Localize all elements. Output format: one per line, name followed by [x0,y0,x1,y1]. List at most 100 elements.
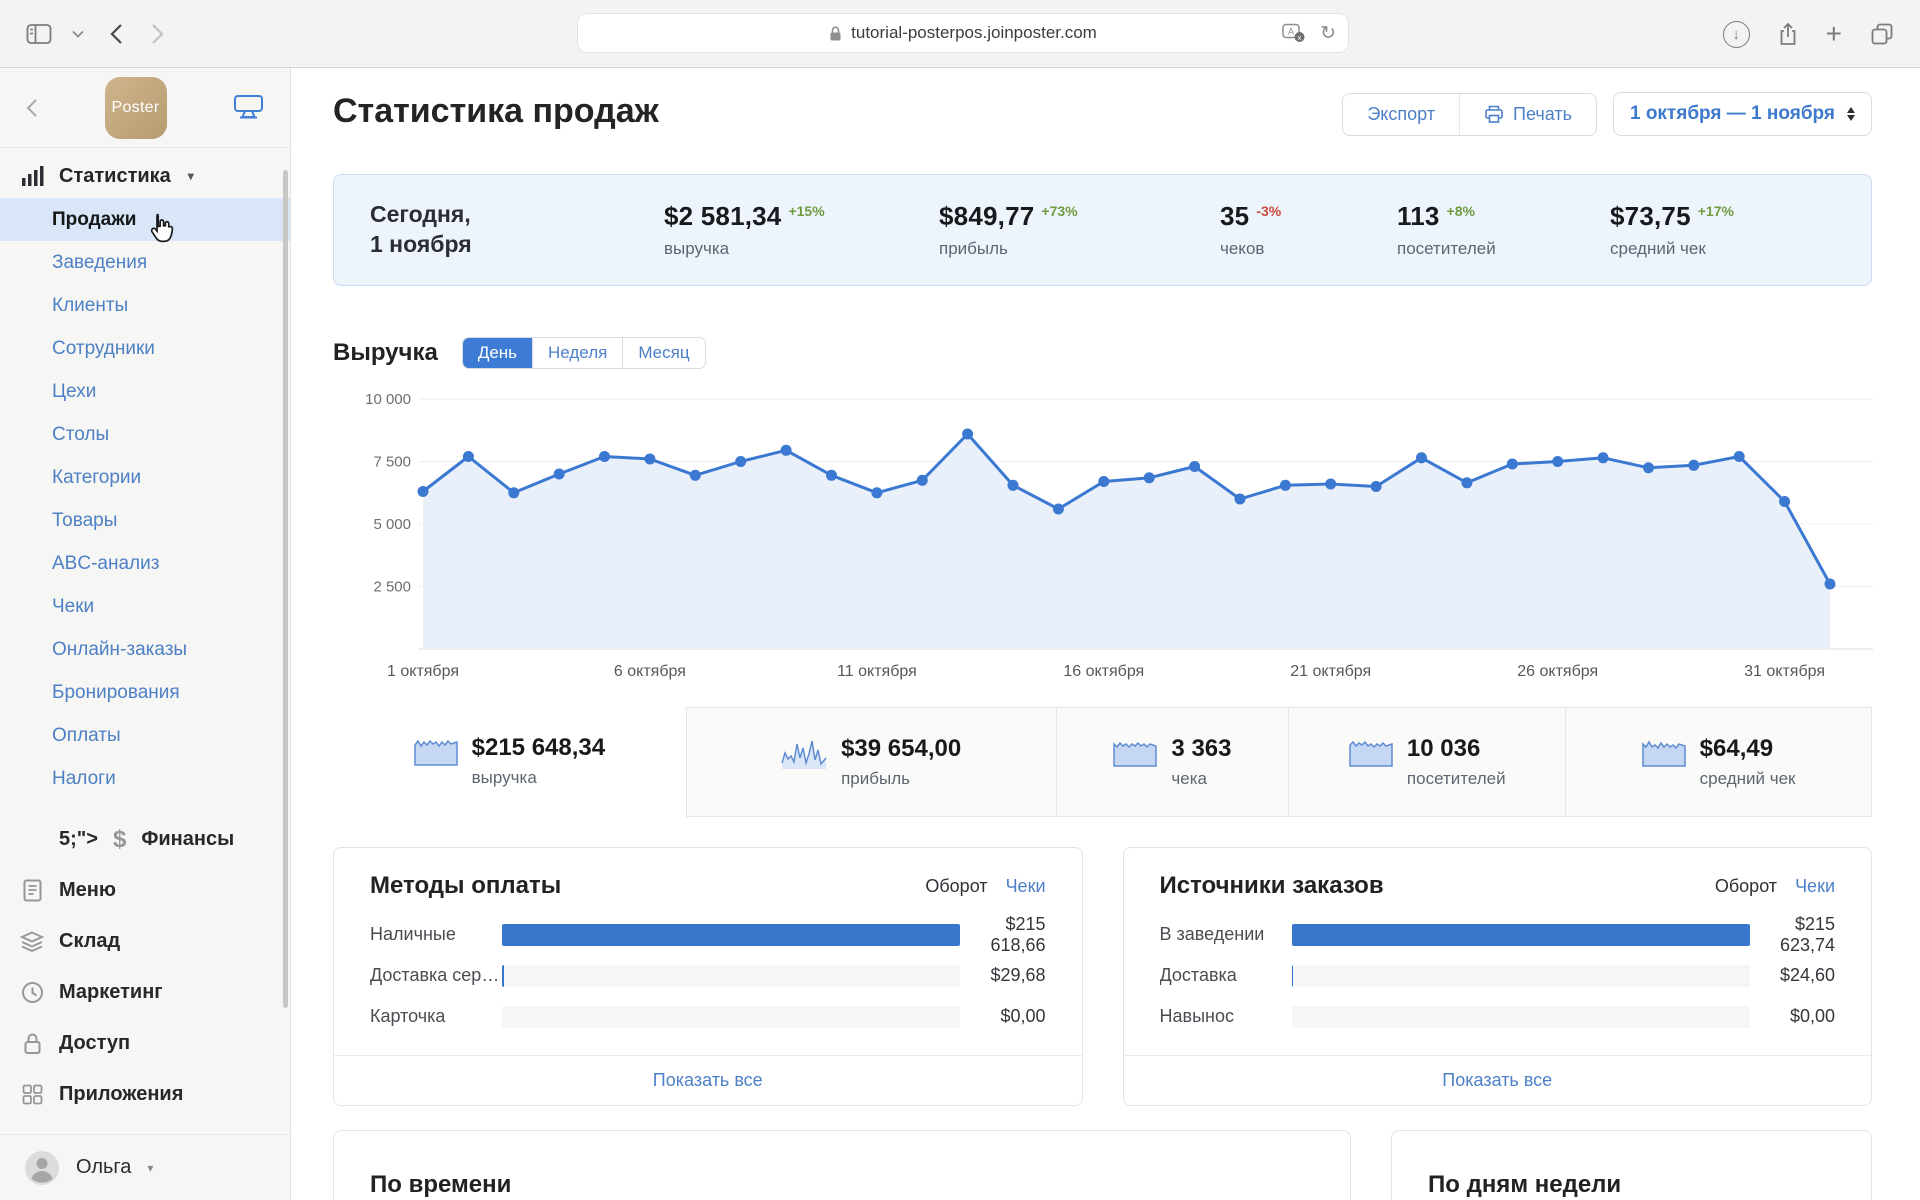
sidebar-item-sales[interactable]: Продажи [0,198,290,241]
bar-fill [1291,923,1750,946]
bar-fill [502,923,960,946]
document-icon [20,879,44,902]
date-range-select[interactable]: 1 октября — 1 ноября [1612,92,1872,136]
source-row-delivery: Доставка $24,60 [1159,964,1835,987]
sidebar-item-categories[interactable]: Категории [0,456,290,499]
summary-card-revenue[interactable]: $215 648,34 выручка [333,707,686,817]
today-date: Сегодня, 1 ноября [370,201,472,257]
tab-day[interactable]: День [462,338,533,368]
sidebar-item-clients[interactable]: Клиенты [0,284,290,327]
sparkline-icon [413,734,458,766]
revenue-section-title: Выручка [333,339,438,366]
translate-icon[interactable]: Ax [1282,23,1306,43]
bar-chart-icon [22,166,44,186]
tab-month[interactable]: Месяц [622,338,704,368]
by-time-panel: По времени 20 000 [333,1130,1351,1200]
period-tabs: День Неделя Месяц [461,337,706,369]
sparkline-icon [1641,735,1686,767]
svg-text:7 500: 7 500 [373,454,411,471]
sidebar-item-access[interactable]: Доступ [0,1018,290,1069]
new-tab-icon[interactable]: + [1826,20,1842,48]
export-button[interactable]: Экспорт [1343,94,1459,135]
print-button[interactable]: Печать [1459,93,1596,135]
tab-week[interactable]: Неделя [532,338,622,368]
toggle-turnover[interactable]: Оборот [1715,876,1777,897]
url-bar[interactable]: tutorial-posterpos.joinposter.com Ax ↻ [577,13,1349,53]
sidebar-item-abc-analysis[interactable]: ABC-анализ [0,542,290,585]
sidebar-item-receipts[interactable]: Чеки [0,585,290,628]
sidebar-item-products[interactable]: Товары [0,499,290,542]
panel-title: По дням недели [1428,1171,1622,1198]
bar-fill [1291,964,1294,987]
sidebar-item-statistics[interactable]: Статистика ▾ [0,154,290,198]
sidebar-toggle-icon[interactable] [26,23,52,45]
bar-fill [502,964,504,987]
chevron-down-icon: ▾ [147,1160,154,1175]
svg-text:2 500: 2 500 [373,579,411,596]
sidebar-item-applications[interactable]: Приложения [0,1069,290,1120]
sidebar-item-warehouse[interactable]: Склад [0,916,290,967]
by-weekday-panel: По дням недели 50 000 [1391,1130,1872,1200]
summary-card-receipts[interactable]: 3 363 чека [1055,707,1289,817]
svg-text:11 октября: 11 октября [837,663,917,680]
sparkline-icon [1113,735,1158,767]
sidebar-item-marketing[interactable]: Маркетинг [0,967,290,1018]
today-stats-bar: Сегодня, 1 ноября $2 581,34 +15% выручка … [333,174,1872,286]
toggle-turnover[interactable]: Оборот [925,876,987,897]
sidebar-item-tables[interactable]: Столы [0,413,290,456]
sidebar-item-reservations[interactable]: Бронирования [0,671,290,714]
svg-text:1 октября: 1 октября [387,663,459,680]
today-stat-revenue: $2 581,34 +15% выручка [664,201,825,258]
sidebar-item-payments[interactable]: Оплаты [0,714,290,757]
reload-icon[interactable]: ↻ [1320,22,1336,45]
forward-icon[interactable] [151,23,164,45]
sidebar-item-workshops[interactable]: Цехи [0,370,290,413]
sidebar-item-online-orders[interactable]: Онлайн-заказы [0,628,290,671]
browser-chrome: tutorial-posterpos.joinposter.com Ax ↻ ↓… [0,0,1920,68]
share-icon[interactable] [1778,22,1798,47]
svg-text:5 000: 5 000 [373,516,411,533]
today-stat-avg-check: $73,75 +17% средний чек [1610,201,1734,258]
sidebar-item-taxes[interactable]: Налоги [0,757,290,800]
summary-card-profit[interactable]: $39 654,00 прибыль [685,707,1056,817]
sidebar-header: Poster [0,68,290,148]
panel-title: Методы оплаты [370,872,562,899]
back-icon[interactable] [110,23,123,45]
summary-cards-row: $215 648,34 выручка $39 654,00 прибыль 3 3… [333,707,1872,817]
main-content: Статистика продаж Экспорт Печать 1 октяб… [291,68,1920,1200]
sidebar-item-menu[interactable]: Меню [0,865,290,916]
marketing-icon [20,981,44,1004]
sidebar-scrollbar[interactable] [283,170,288,1008]
user-menu[interactable]: Ольга ▾ [0,1134,290,1200]
payment-row-delivery-service: Доставка сер… $29,68 [370,964,1046,987]
collapse-sidebar-icon[interactable] [26,98,38,118]
today-stat-profit: $849,77 +73% прибыль [939,201,1078,258]
chevron-down-icon: ▾ [187,169,194,183]
tabs-overview-icon[interactable] [1870,22,1894,46]
page-title: Статистика продаж [333,92,659,130]
downloads-icon[interactable]: ↓ [1722,20,1750,48]
sidebar-item-employees[interactable]: Сотрудники [0,327,290,370]
show-all-link[interactable]: Показать все [334,1055,1082,1105]
sparkline-icon [1349,735,1393,767]
today-stat-receipts: 35 -3% чеков [1220,201,1282,258]
summary-card-visitors[interactable]: 10 036 посетителей [1288,707,1566,817]
toolbar-chevron-down-icon[interactable] [72,30,84,38]
svg-text:21 октября: 21 октября [1290,663,1371,680]
summary-card-avg-check[interactable]: $64,49 средний чек [1565,707,1872,817]
sparkline-icon [781,735,827,771]
poster-logo[interactable]: Poster [104,76,167,139]
today-stat-visitors: 113 +8% посетителей [1397,201,1496,258]
lock-icon [20,1032,44,1055]
sidebar-nav: Статистика ▾ Продажи Заведения Клиенты С… [0,148,290,1134]
svg-text:16 октября: 16 октября [1063,663,1144,680]
sidebar-item-locations[interactable]: Заведения [0,241,290,284]
toggle-receipts[interactable]: Чеки [1006,876,1046,897]
pos-terminal-icon[interactable] [233,94,264,121]
revenue-chart[interactable]: 2 500 5 000 7 500 10 000 1 октября 6 октября 1… [333,384,1873,684]
layers-icon [20,931,44,953]
toggle-receipts[interactable]: Чеки [1795,876,1835,897]
show-all-link[interactable]: Показать все [1123,1055,1871,1105]
apps-grid-icon [20,1084,44,1105]
sidebar-item-finance[interactable]: 5;"> $ Финансы [0,814,290,865]
